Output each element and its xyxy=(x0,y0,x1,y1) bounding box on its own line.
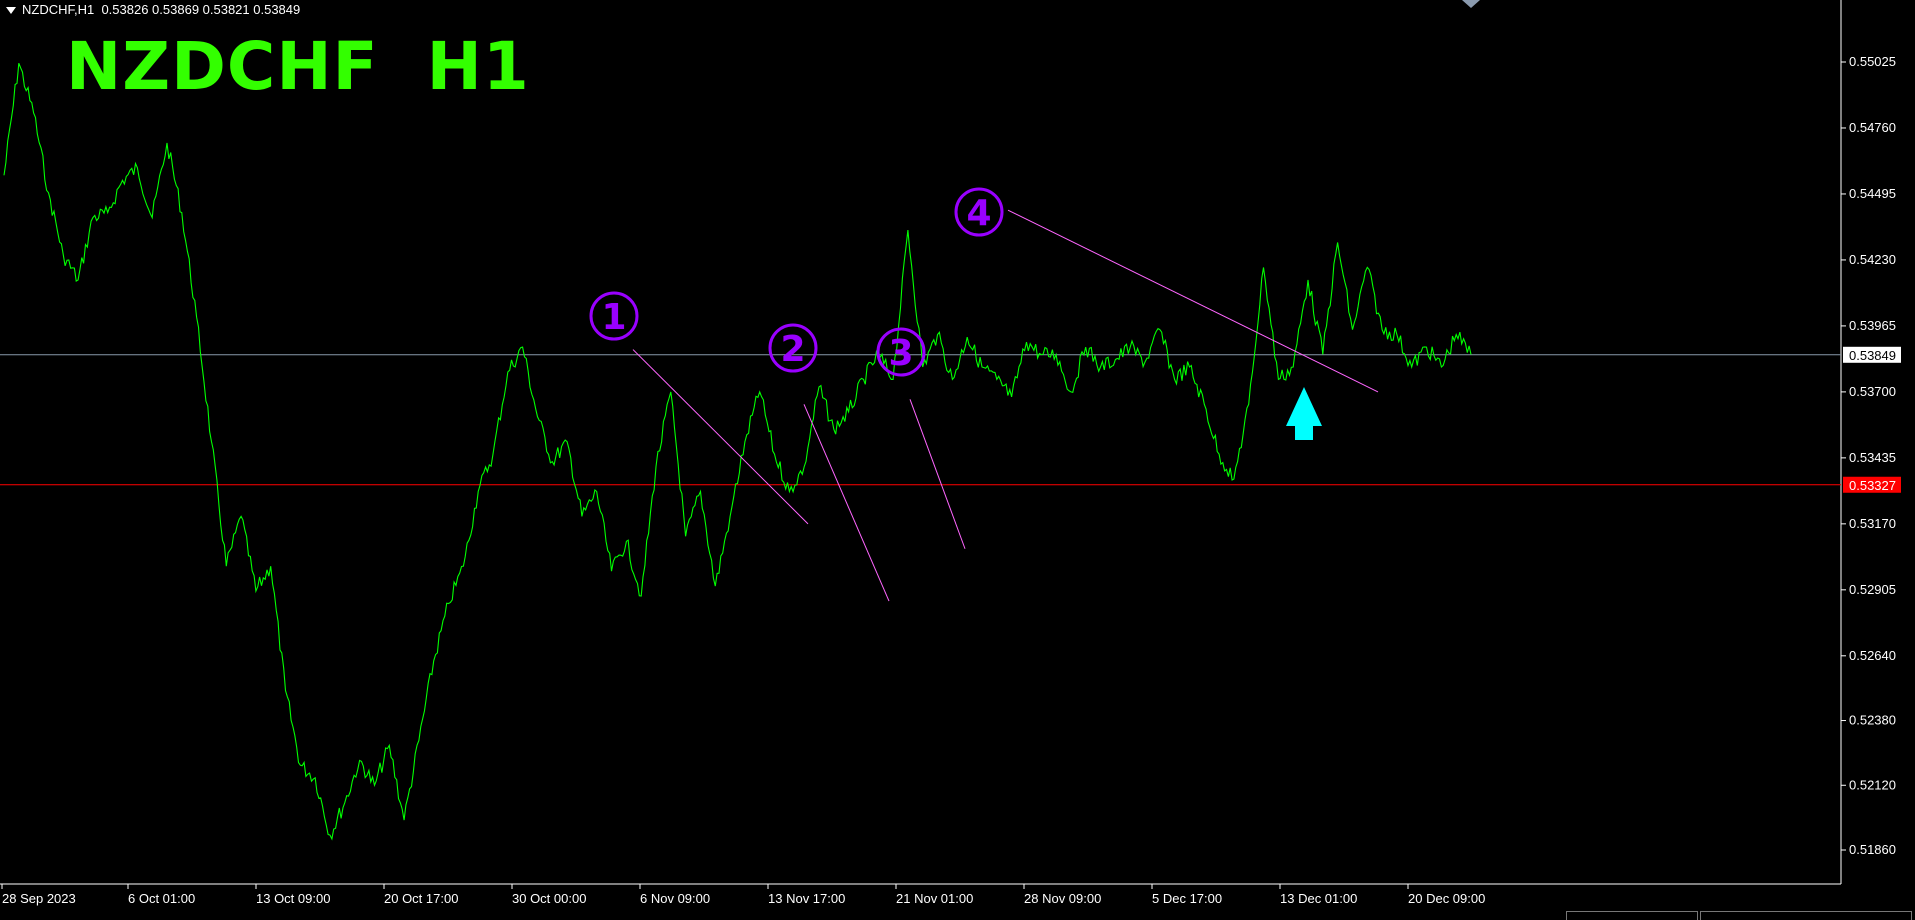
support-price-tag: 0.53327 xyxy=(1849,478,1896,493)
price-axis-label: 0.55025 xyxy=(1849,54,1896,69)
price-axis-label: 0.52380 xyxy=(1849,713,1896,728)
time-axis-label: 13 Dec 01:00 xyxy=(1280,891,1357,906)
time-axis-label: 20 Dec 09:00 xyxy=(1408,891,1485,906)
price-axis-label: 0.52905 xyxy=(1849,582,1896,597)
dropdown-triangle-icon[interactable] xyxy=(6,7,16,15)
price-axis-label: 0.53965 xyxy=(1849,318,1896,333)
price-axis-label: 0.52120 xyxy=(1849,777,1896,792)
price-axis-label: 0.51860 xyxy=(1849,842,1896,857)
time-axis-label: 5 Dec 17:00 xyxy=(1152,891,1222,906)
time-axis-label: 21 Nov 01:00 xyxy=(896,891,973,906)
marker-label-4: 4 xyxy=(966,193,991,234)
price-axis-label: 0.53700 xyxy=(1849,384,1896,399)
price-axis-label: 0.54760 xyxy=(1849,120,1896,135)
time-axis-label: 6 Nov 09:00 xyxy=(640,891,710,906)
marker-label-1: 1 xyxy=(601,297,626,338)
time-axis-label: 28 Nov 09:00 xyxy=(1024,891,1101,906)
chart-title: NZDCHF H1 xyxy=(66,28,530,105)
time-axis-label: 20 Oct 17:00 xyxy=(384,891,458,906)
price-axis-label: 0.53435 xyxy=(1849,450,1896,465)
time-axis-label: 13 Oct 09:00 xyxy=(256,891,330,906)
price-axis-label: 0.52640 xyxy=(1849,648,1896,663)
time-axis-label: 6 Oct 01:00 xyxy=(128,891,195,906)
marker-label-3: 3 xyxy=(888,333,913,374)
chart-window[interactable]: 1 2 3 4 0.55025 0.54760 0.54495 0.54230 0.53965… xyxy=(0,0,1915,920)
price-axis-label: 0.54230 xyxy=(1849,252,1896,267)
price-axis-label: 0.54495 xyxy=(1849,186,1896,201)
time-axis-label: 13 Nov 17:00 xyxy=(768,891,845,906)
chart-header: NZDCHF,H1 0.53826 0.53869 0.53821 0.5384… xyxy=(6,2,300,17)
current-price-tag: 0.53849 xyxy=(1849,348,1896,363)
price-chart[interactable]: 1 2 3 4 0.55025 0.54760 0.54495 0.54230 0.53965… xyxy=(0,0,1915,919)
time-axis-label: 28 Sep 2023 xyxy=(2,891,76,906)
price-axis-label: 0.53170 xyxy=(1849,516,1896,531)
symbol-quote-line: NZDCHF,H1 0.53826 0.53869 0.53821 0.5384… xyxy=(22,2,301,17)
time-axis-label: 30 Oct 00:00 xyxy=(512,891,586,906)
marker-label-2: 2 xyxy=(780,329,805,370)
